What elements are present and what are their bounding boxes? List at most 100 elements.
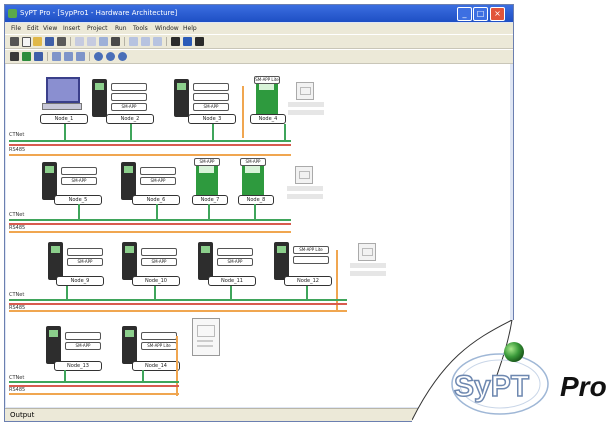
rs485-bus[interactable] <box>9 393 179 395</box>
node-label[interactable]: Node_7 <box>192 195 228 205</box>
menu-tools[interactable]: Tools <box>133 23 148 34</box>
slot-box: SM-APP Lite <box>293 246 329 254</box>
node-label[interactable]: Node_11 <box>208 276 256 286</box>
drive-icon[interactable] <box>46 326 61 364</box>
undo-icon[interactable] <box>75 37 84 46</box>
node-label[interactable]: Node_13 <box>54 361 102 371</box>
menu-project[interactable]: Project <box>87 23 108 34</box>
drive-icon[interactable] <box>198 242 213 280</box>
zoom-out-icon[interactable] <box>106 52 115 61</box>
arrange-icon[interactable] <box>76 52 85 61</box>
network-icon[interactable] <box>171 37 180 46</box>
slot-box <box>141 332 177 340</box>
slot-box <box>193 83 229 91</box>
ctnet-bus[interactable] <box>9 303 347 305</box>
node-label[interactable]: Node_2 <box>106 114 154 124</box>
menu-file[interactable]: File <box>11 23 21 34</box>
pc-icon[interactable] <box>46 77 80 103</box>
ctnet-bus[interactable] <box>9 144 291 146</box>
title-bar[interactable]: SyPT Pro - [SypPro1 - Hardware Architect… <box>5 5 513 22</box>
ctnet-bus[interactable] <box>9 219 291 221</box>
slot-box <box>217 248 253 256</box>
ctnet-bus[interactable] <box>9 223 291 225</box>
redo-icon[interactable] <box>87 37 96 46</box>
zoom-fit-icon[interactable] <box>118 52 127 61</box>
ctnet-drop <box>230 286 232 300</box>
drive-icon[interactable] <box>122 326 137 364</box>
drive-icon[interactable] <box>48 242 63 280</box>
menu-view[interactable]: View <box>43 23 57 34</box>
menu-edit[interactable]: Edit <box>27 23 39 34</box>
align-top-icon[interactable] <box>64 52 73 61</box>
node-label[interactable]: Node_8 <box>238 195 274 205</box>
copy-icon[interactable] <box>99 37 108 46</box>
drive-icon[interactable] <box>256 79 278 117</box>
node-label[interactable]: Node_4 <box>250 114 286 124</box>
download-icon[interactable] <box>141 37 150 46</box>
node-label[interactable]: Node_12 <box>284 276 332 286</box>
empty-node-label <box>350 263 386 268</box>
minimize-button[interactable]: _ <box>457 7 472 21</box>
node-label[interactable]: Node_9 <box>56 276 104 286</box>
rs485-bus[interactable] <box>9 231 291 233</box>
network-label: CTNet <box>9 212 25 218</box>
blank-node-sheet[interactable] <box>192 318 220 356</box>
run-icon[interactable] <box>153 37 162 46</box>
select-icon[interactable] <box>10 52 19 61</box>
empty-node-icon[interactable] <box>358 243 376 261</box>
logo-text: SyPT <box>454 370 529 403</box>
slot-box: SM-APP <box>240 158 266 166</box>
menu-window[interactable]: Window <box>155 23 179 34</box>
drive-icon[interactable] <box>174 79 189 117</box>
slot-box: SM-APP <box>194 158 220 166</box>
ctnet-bus[interactable] <box>9 381 179 383</box>
rs485-drop <box>176 336 178 396</box>
menu-help[interactable]: Help <box>183 23 197 34</box>
ctnet-bus[interactable] <box>9 140 291 142</box>
ctnet-bus[interactable] <box>9 299 347 301</box>
toolbar-separator <box>124 37 125 46</box>
menu-bar: File Edit View Insert Project Run Tools … <box>5 23 513 34</box>
add-network-icon[interactable] <box>34 52 43 61</box>
network-label: CTNet <box>9 292 25 298</box>
open-folder-icon[interactable] <box>33 37 42 46</box>
cut-icon[interactable] <box>10 37 19 46</box>
drive-icon[interactable] <box>274 242 289 280</box>
toolbar-separator <box>70 37 71 46</box>
app-icon <box>8 9 17 18</box>
status-text: Output <box>10 411 35 419</box>
menu-run[interactable]: Run <box>115 23 127 34</box>
node-label[interactable]: Node_3 <box>188 114 236 124</box>
rs485-bus[interactable] <box>9 310 347 312</box>
empty-node-icon[interactable] <box>295 166 313 184</box>
rs485-bus[interactable] <box>9 154 291 156</box>
drive-icon[interactable] <box>92 79 107 117</box>
zoom-in-icon[interactable] <box>94 52 103 61</box>
slot-box: SM-APP Lite <box>141 342 177 350</box>
new-file-icon[interactable] <box>22 37 31 47</box>
add-node-icon[interactable] <box>22 52 31 61</box>
node-label[interactable]: Node_1 <box>40 114 88 124</box>
menu-insert[interactable]: Insert <box>63 23 80 34</box>
slot-box <box>111 83 147 91</box>
empty-node-label <box>287 194 323 199</box>
align-left-icon[interactable] <box>52 52 61 61</box>
drive-icon[interactable] <box>122 242 137 280</box>
maximize-button[interactable]: □ <box>473 7 488 21</box>
empty-node-icon[interactable] <box>296 82 314 100</box>
ctnet-bus[interactable] <box>9 385 179 387</box>
connect-icon[interactable] <box>183 37 192 46</box>
delete-icon[interactable] <box>111 37 120 46</box>
ctnet-drop <box>306 286 308 300</box>
node-label[interactable]: Node_14 <box>132 361 180 371</box>
close-button[interactable]: × <box>490 7 505 21</box>
print-icon[interactable] <box>57 37 66 46</box>
compile-icon[interactable] <box>129 37 138 46</box>
rs485-drop <box>242 86 244 138</box>
grid-icon[interactable] <box>195 37 204 46</box>
save-icon[interactable] <box>45 37 54 46</box>
toolbar-separator <box>89 52 90 61</box>
empty-node-label <box>288 110 324 115</box>
node-label[interactable]: Node_10 <box>132 276 180 286</box>
empty-node-label <box>350 271 386 276</box>
